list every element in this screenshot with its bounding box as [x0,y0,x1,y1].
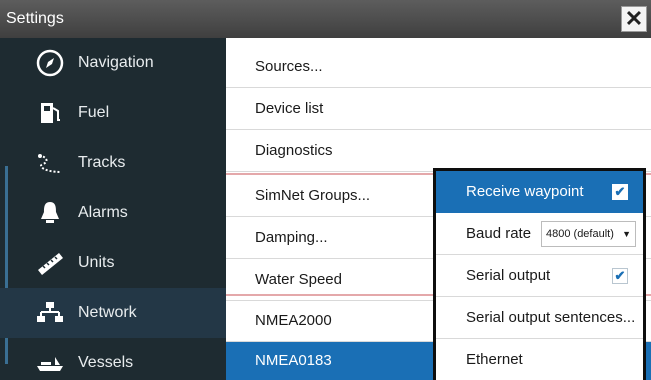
menu-item-label: SimNet Groups... [255,187,371,204]
close-button[interactable]: ✕ [621,6,647,32]
sidebar-item-navigation[interactable]: Navigation [0,38,226,88]
sidebar-item-alarms[interactable]: Alarms [0,188,226,238]
sidebar-item-vessels[interactable]: Vessels [0,338,226,380]
menu-item-label: Diagnostics [255,142,333,159]
menu-item-label: NMEA2000 [255,312,332,329]
sidebar-item-tracks[interactable]: Tracks [0,138,226,188]
vessels-icon [34,347,66,379]
receive-waypoint-checkbox[interactable]: ✔ [612,184,628,200]
tracks-icon [34,147,66,179]
sidebar-item-label: Navigation [78,54,154,71]
option-label: Serial output [466,267,551,284]
window-title: Settings [6,10,64,27]
serial-output-checkbox[interactable]: ✔ [612,268,628,284]
menu-item-label: Damping... [255,229,328,246]
baud-rate-value: 4800 (default) [546,228,614,240]
checkmark-icon: ✔ [614,184,626,199]
receive-waypoint-option[interactable]: Receive waypoint ✔ [436,171,643,213]
menu-item-device-list[interactable]: Device list [226,88,651,130]
sidebar-item-network[interactable]: Network [0,288,226,338]
menu-item-sources[interactable]: Sources... [226,46,651,88]
sidebar-item-fuel[interactable]: Fuel [0,88,226,138]
menu-item-label: NMEA0183 [255,352,332,369]
sidebar-item-label: Tracks [78,154,126,171]
sidebar-item-label: Alarms [78,204,128,221]
option-label: Receive waypoint [466,183,584,200]
close-icon: ✕ [624,6,644,31]
sidebar-item-label: Network [78,304,137,321]
chevron-down-icon: ▼ [622,229,631,239]
nmea0183-popup: Receive waypoint ✔ Baud rate 4800 (defau… [433,168,646,380]
fuel-pump-icon [34,97,66,129]
menu-item-label: Water Speed [255,271,342,288]
baud-rate-dropdown[interactable]: 4800 (default) ▼ [541,221,636,247]
checkmark-icon: ✔ [614,268,626,283]
sidebar-item-label: Units [78,254,115,271]
ethernet-option[interactable]: Ethernet [436,339,643,380]
bell-icon [34,197,66,229]
network-icon [34,297,66,329]
sidebar-item-label: Vessels [78,354,134,371]
serial-output-option[interactable]: Serial output ✔ [436,255,643,297]
sidebar-item-units[interactable]: Units [0,238,226,288]
title-bar: Settings ✕ [0,0,651,38]
menu-item-label: Device list [255,100,324,117]
compass-icon [34,47,66,79]
settings-sidebar: Navigation Fuel Tracks Alarms Units Netw… [0,38,226,380]
menu-item-label: Sources... [255,58,323,75]
option-label: Ethernet [466,351,523,368]
option-label: Baud rate [466,225,532,242]
serial-output-sentences-option[interactable]: Serial output sentences... [436,297,643,339]
sidebar-item-label: Fuel [78,104,110,121]
option-label: Serial output sentences... [466,309,636,326]
menu-item-diagnostics[interactable]: Diagnostics [226,130,651,172]
baud-rate-option: Baud rate 4800 (default) ▼ [436,213,643,255]
ruler-icon [34,247,66,279]
